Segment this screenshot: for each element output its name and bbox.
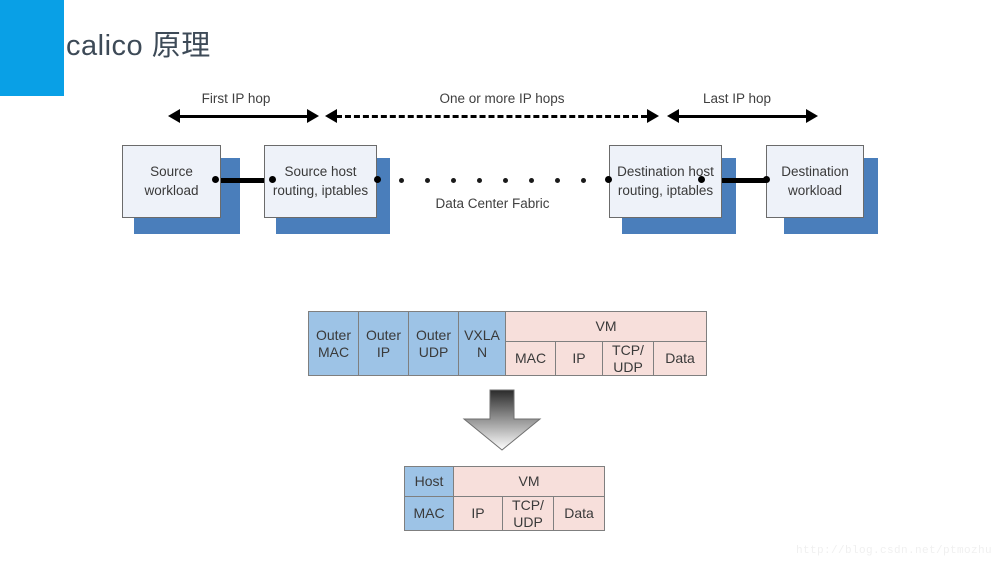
arrow-head-last-right (806, 109, 818, 123)
network-diagram: First IP hop One or more IP hops Last IP… (0, 0, 1000, 260)
hop-label-first: First IP hop (201, 91, 271, 106)
table-row: MAC IP TCP/ UDP Data (404, 495, 605, 532)
node-destination-host: Destination host routing, iptables (609, 145, 722, 218)
cell-vxlan: VXLA N (458, 310, 506, 377)
cell-plain-data: Data (553, 495, 605, 532)
fabric-dot (555, 178, 560, 183)
arrow-head-first-right (307, 109, 319, 123)
node-destination-workload: Destination workload (766, 145, 864, 218)
cell-vm-tcp-udp: TCP/ UDP (602, 340, 654, 377)
link-dot-sourcehost-right (374, 176, 381, 183)
arrow-line-middle (336, 115, 647, 118)
arrow-line-first (179, 115, 307, 118)
cell-plain-vm-header: VM (453, 466, 605, 497)
link-dot-sourcehost-left (269, 176, 276, 183)
fabric-dot (581, 178, 586, 183)
cell-vm-data: Data (653, 340, 707, 377)
link-dot-desthost-right (698, 176, 705, 183)
hop-label-last: Last IP hop (702, 91, 772, 106)
cell-plain-tcp-udp: TCP/ UDP (502, 495, 554, 532)
table-row: Outer MAC Outer IP Outer UDP VXLA N VM (308, 310, 707, 377)
down-arrow-icon (462, 389, 542, 451)
watermark: http://blog.csdn.net/ptmozhu (795, 545, 992, 557)
fabric-dot (503, 178, 508, 183)
fabric-dot (425, 178, 430, 183)
table-row: Host VM (404, 466, 605, 497)
cell-host-mac: MAC (404, 495, 454, 532)
fabric-dot (451, 178, 456, 183)
link-dot-source-right (212, 176, 219, 183)
cell-outer-ip: Outer IP (358, 310, 409, 377)
encapsulated-packet-table: Outer MAC Outer IP Outer UDP VXLA N VM M… (308, 310, 707, 377)
cell-vm-ip: IP (555, 340, 603, 377)
cell-outer-mac: Outer MAC (308, 310, 359, 377)
link-dot-desthost-left (605, 176, 612, 183)
cell-vm-header: VM (505, 311, 707, 342)
arrow-line-last (678, 115, 806, 118)
cell-outer-udp: Outer UDP (408, 310, 459, 377)
cell-host-header: Host (404, 466, 454, 497)
plain-packet-table: Host VM MAC IP TCP/ UDP Data (404, 466, 605, 532)
node-source-workload-label: Source workload (144, 164, 199, 198)
node-source-host-label: Source host routing, iptables (272, 164, 369, 198)
fabric-label: Data Center Fabric (435, 196, 550, 211)
fabric-dot (477, 178, 482, 183)
node-source-workload: Source workload (122, 145, 221, 218)
hop-label-middle: One or more IP hops (439, 91, 565, 106)
fabric-dot (529, 178, 534, 183)
cell-plain-ip: IP (453, 495, 503, 532)
fabric-dot (399, 178, 404, 183)
node-source-host: Source host routing, iptables (264, 145, 377, 218)
arrow-head-middle-right (647, 109, 659, 123)
link-dot-destworkload-left (763, 176, 770, 183)
cell-vm-mac: MAC (505, 340, 556, 377)
node-destination-workload-label: Destination workload (781, 164, 849, 198)
